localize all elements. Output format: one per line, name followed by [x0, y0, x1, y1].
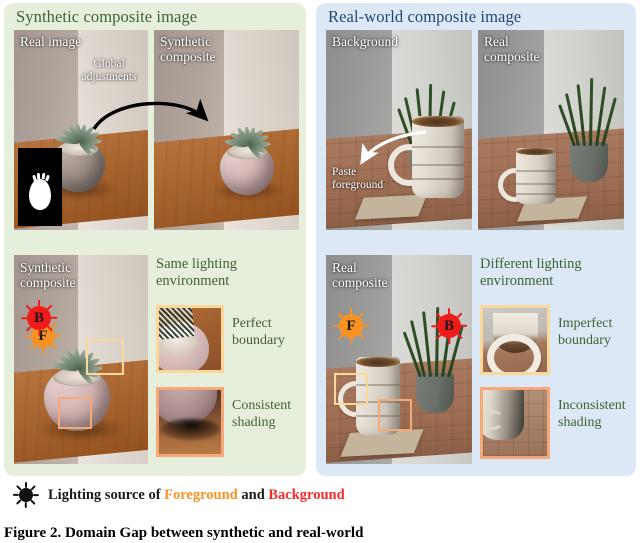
floor-mat — [354, 194, 428, 220]
sun-badge-letter: B — [437, 314, 461, 338]
legend-text: Lighting source of Foreground and Backgr… — [48, 487, 345, 504]
sun-badge-letter: F — [339, 314, 363, 338]
figure-caption-text: Figure 2. Domain Gap between synthetic a… — [4, 525, 364, 541]
thumb-leaf-detail — [159, 308, 196, 340]
heading-different-lighting: Different lighting environment — [480, 256, 582, 289]
caption-inconsistent-shading: Inconsistent shading — [558, 398, 626, 430]
thumb-perfect-boundary — [156, 305, 224, 373]
tile-background: Background Paste foreground — [326, 30, 472, 230]
mug-rim — [516, 148, 556, 156]
thumb-inconsistent-shading — [480, 387, 550, 459]
thumb-imperfect-boundary — [480, 305, 550, 375]
snake-plant-pot — [416, 373, 454, 413]
tile-real-image: Real image Global adjustments — [14, 30, 148, 230]
snake-plant-pot — [570, 142, 608, 182]
panel-synthetic-composite: Synthetic composite image Real image Glo… — [4, 3, 306, 476]
sun-icon-foreground: F — [332, 307, 370, 345]
mask-blob — [29, 179, 51, 211]
crop-box-shading — [58, 397, 92, 429]
scene-synthetic-composite — [154, 30, 299, 230]
figure-root: Synthetic composite image Real image Glo… — [0, 0, 640, 543]
caption-imperfect-boundary: Imperfect boundary — [558, 316, 613, 348]
sun-icon-background: B — [430, 307, 468, 345]
thumb-handle-detail — [486, 333, 541, 372]
panel-title-synthetic: Synthetic composite image — [16, 7, 198, 26]
heading-same-lighting: Same lighting environment — [156, 256, 237, 289]
crop-box-boundary — [334, 373, 368, 405]
scene-background — [326, 30, 472, 230]
panel-title-real: Real-world composite image — [328, 7, 522, 26]
sun-icon-background: B — [20, 299, 58, 337]
scene-synthetic-composite-lighting — [14, 255, 148, 464]
caption-consistent-shading: Consistent shading — [232, 398, 292, 430]
legend-foreground: Foreground — [164, 486, 238, 503]
foreground-mug — [412, 116, 464, 198]
legend-background: Background — [268, 486, 345, 503]
caption-perfect-boundary: Perfect boundary — [232, 316, 285, 348]
legend-middle: and — [237, 486, 269, 503]
crop-box-shading — [378, 399, 412, 431]
crop-box-boundary — [86, 339, 124, 375]
composited-mug — [516, 148, 556, 204]
tile-synthetic-composite-lighting: Synthetic composite B F — [14, 255, 148, 464]
tile-synthetic-composite: Synthetic composite — [154, 30, 299, 230]
tile-real-composite-lighting: Real composite F B — [326, 255, 472, 464]
sun-badge-letter: B — [27, 306, 51, 330]
scene-real-composite — [478, 30, 624, 230]
mug-rim — [356, 357, 400, 368]
panel-real-world-composite: Real-world composite image Background Pa… — [316, 3, 636, 476]
foreground-mask-inset — [18, 148, 62, 226]
legend: Lighting source of Foreground and Backgr… — [8, 481, 632, 509]
legend-prefix: Lighting source of — [48, 486, 165, 503]
scene-real-composite-lighting — [326, 255, 472, 464]
mug-rim — [412, 116, 464, 127]
figure-caption: Figure 2. Domain Gap between synthetic a… — [4, 524, 636, 543]
thumb-cast-shadow — [161, 419, 221, 440]
thumb-consistent-shading — [156, 387, 224, 457]
tile-real-composite: Real composite — [478, 30, 624, 230]
sun-icon — [8, 482, 42, 508]
